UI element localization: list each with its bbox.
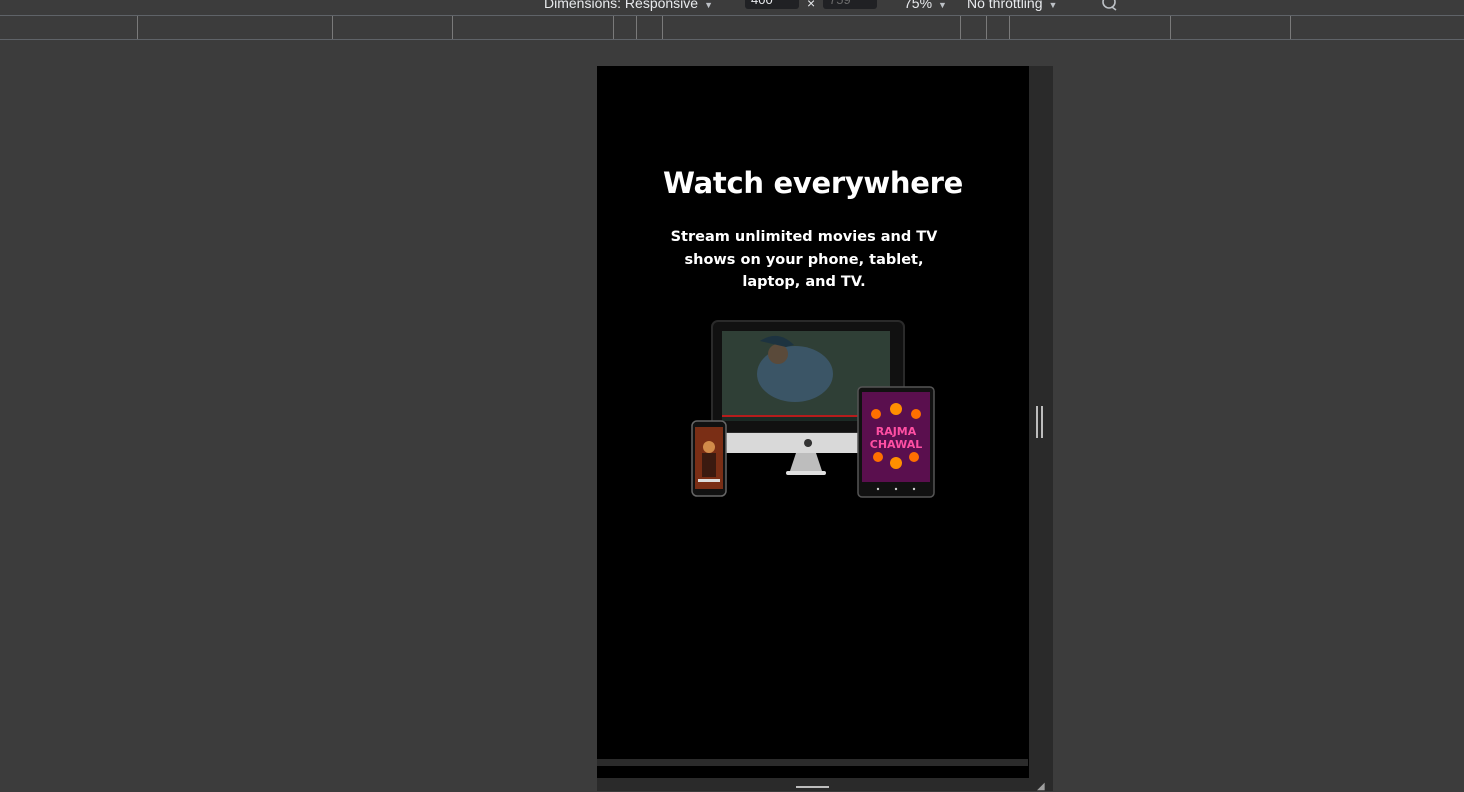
svg-text:CHAWAL: CHAWAL <box>870 438 922 451</box>
ruler-tick <box>1009 16 1010 39</box>
resize-handle-right[interactable] <box>1036 406 1044 438</box>
chevron-down-icon: ▼ <box>704 0 713 10</box>
chevron-down-icon: ▼ <box>938 0 947 10</box>
device-viewport[interactable]: Watch everywhere Stream unlimited movies… <box>597 66 1029 778</box>
dimensions-label: Dimensions: Responsive <box>544 0 699 11</box>
device-toolbar: Dimensions: Responsive ▼ 400 × 759 75% ▼ N… <box>0 0 1464 16</box>
ruler-tick <box>1170 16 1171 39</box>
throttling-label: No throttling <box>967 0 1043 11</box>
rotate-button[interactable] <box>1100 0 1120 15</box>
ruler-tick <box>636 16 637 39</box>
resize-handle-bottom[interactable] <box>796 786 829 788</box>
times-separator: × <box>807 0 816 11</box>
chevron-down-icon: ▼ <box>1048 0 1058 10</box>
ruler-tick <box>960 16 961 39</box>
ruler-tick <box>332 16 333 39</box>
rotate-icon <box>1102 0 1117 11</box>
zoom-dropdown[interactable]: 75% ▼ <box>904 0 947 11</box>
ruler-tick <box>986 16 987 39</box>
ruler-tick <box>662 16 663 39</box>
width-input[interactable]: 400 <box>745 0 799 9</box>
page-title: Watch everywhere <box>662 166 964 200</box>
svg-text:RAJMA: RAJMA <box>876 425 917 438</box>
media-query-ruler[interactable] <box>0 16 1464 40</box>
ruler-tick <box>1290 16 1291 39</box>
page-description: Stream unlimited movies and TV shows on … <box>670 229 938 290</box>
ruler-tick <box>452 16 453 39</box>
resize-corner-icon[interactable]: ◢ <box>1037 782 1049 792</box>
devices-image: RAJMA CHAWAL <box>691 320 935 498</box>
height-input[interactable]: 759 <box>823 0 877 9</box>
horizontal-scrollbar[interactable] <box>597 759 1028 766</box>
throttling-dropdown[interactable]: No throttling ▼ <box>967 0 1057 11</box>
zoom-label: 75% <box>904 0 933 11</box>
dimensions-dropdown[interactable]: Dimensions: Responsive ▼ <box>544 0 713 11</box>
ruler-tick <box>613 16 614 39</box>
resize-bar-bottom[interactable] <box>597 778 1053 791</box>
ruler-tick <box>137 16 138 39</box>
